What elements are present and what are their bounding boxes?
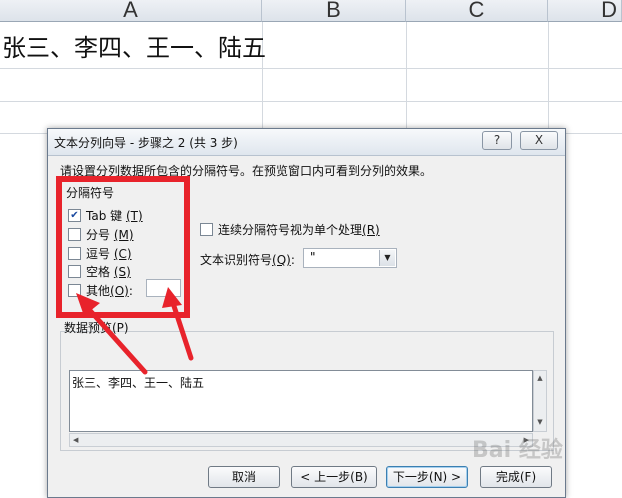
arrow-head-right-icon xyxy=(162,287,182,308)
annotation-arrows xyxy=(76,287,194,375)
watermark-logo: Bai 经验 xyxy=(472,438,563,463)
arrow-shaft-right xyxy=(169,297,194,361)
arrow-shaft-left xyxy=(83,303,148,375)
arrow-head-left-icon xyxy=(76,293,100,316)
